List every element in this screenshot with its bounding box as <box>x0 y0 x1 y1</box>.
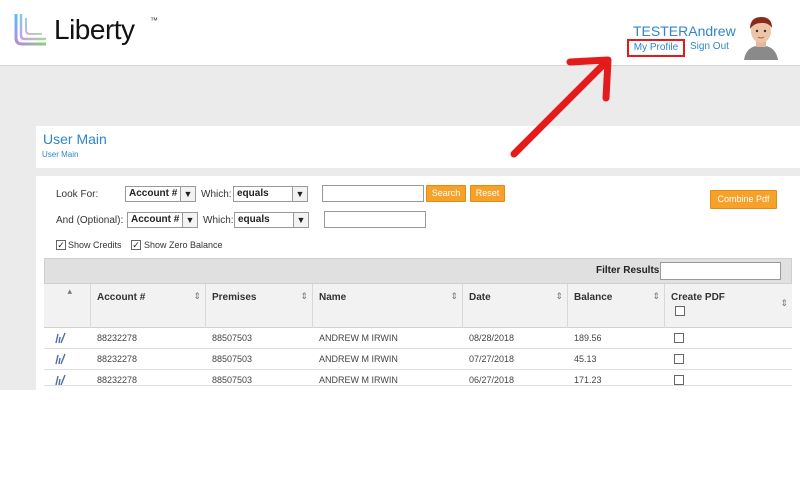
sign-out-link[interactable]: Sign Out <box>690 41 729 52</box>
column-header-create-pdf[interactable]: Create PDF ⇕ <box>664 284 792 328</box>
cell-balance: 189.56 <box>574 333 602 343</box>
cell-premises: 88507503 <box>212 375 253 385</box>
column-label: Balance <box>574 292 613 303</box>
column-header-name[interactable]: Name ⇕ <box>312 284 462 328</box>
cell-balance: 45.13 <box>574 354 597 364</box>
filter-bar: Filter Results: <box>44 258 792 284</box>
column-header-date[interactable]: Date ⇕ <box>462 284 567 328</box>
chevron-down-icon: ▼ <box>292 187 307 201</box>
liberty-logo-icon <box>14 14 46 46</box>
search-button[interactable]: Search <box>426 185 466 202</box>
cell-account: 88232278 <box>97 375 138 385</box>
cell-date: 06/27/2018 <box>469 375 515 385</box>
results-table: ▴ Account # ⇕ Premises ⇕ Name ⇕ Date ⇕ B… <box>44 284 792 386</box>
which-label: Which: <box>201 189 232 200</box>
and-field-value: Account # <box>131 214 180 225</box>
cell-account: 88232278 <box>97 354 138 364</box>
cell-name: ANDREW M IRWIN <box>319 333 398 343</box>
column-header-premises[interactable]: Premises ⇕ <box>205 284 312 328</box>
look-for-field-value: Account # <box>129 188 178 199</box>
create-pdf-checkbox[interactable] <box>674 375 684 385</box>
show-zero-balance-label: Show Zero Balance <box>144 240 223 250</box>
cell-premises: 88507503 <box>212 333 253 343</box>
show-credits-checkbox[interactable]: ✓ <box>56 240 66 250</box>
and-operator-value: equals <box>238 214 270 225</box>
look-for-operator-select[interactable]: equals ▼ <box>233 186 308 202</box>
sort-icon: ⇕ <box>193 291 201 301</box>
sort-icon: ▴ <box>67 286 72 296</box>
page-header: User Main User Main <box>36 126 800 168</box>
header: Liberty ™ TESTERAndrew My Profile Sign O… <box>0 0 800 66</box>
look-for-field-select[interactable]: Account # ▼ <box>125 186 196 202</box>
annotation-arrow-icon <box>510 56 612 158</box>
chevron-down-icon: ▼ <box>180 187 195 201</box>
cell-name: ANDREW M IRWIN <box>319 354 398 364</box>
filter-results-label: Filter Results: <box>596 265 663 276</box>
edit-pencil-icon[interactable] <box>54 332 66 344</box>
column-label: Date <box>469 292 491 303</box>
column-label: Premises <box>212 292 257 303</box>
sort-icon: ⇕ <box>300 291 308 301</box>
sort-icon: ⇕ <box>450 291 458 301</box>
look-for-input[interactable] <box>322 185 424 202</box>
look-for-label: Look For: <box>56 189 99 200</box>
column-label: Name <box>319 292 347 303</box>
chevron-down-icon: ▼ <box>293 213 308 227</box>
cell-date: 07/27/2018 <box>469 354 515 364</box>
table-row[interactable]: 88232278 88507503 ANDREW M IRWIN 08/28/2… <box>44 328 792 349</box>
and-field-select[interactable]: Account # ▼ <box>127 212 198 228</box>
sort-icon: ⇕ <box>780 298 788 308</box>
column-header-account[interactable]: Account # ⇕ <box>90 284 205 328</box>
look-for-operator-value: equals <box>237 188 269 199</box>
which-label-2: Which: <box>203 215 234 226</box>
filter-results-input[interactable] <box>660 262 781 280</box>
column-label: Account # <box>97 292 146 303</box>
table-row[interactable]: 88232278 88507503 ANDREW M IRWIN 06/27/2… <box>44 370 792 386</box>
select-all-pdf-checkbox[interactable] <box>675 306 685 316</box>
user-name: TESTERAndrew <box>633 23 736 39</box>
chevron-down-icon: ▼ <box>182 213 197 227</box>
liberty-logo[interactable]: Liberty ™ <box>12 8 162 52</box>
show-zero-balance-checkbox[interactable]: ✓ <box>131 240 141 250</box>
page-title: User Main <box>43 131 107 147</box>
table-header: ▴ Account # ⇕ Premises ⇕ Name ⇕ Date ⇕ B… <box>44 284 792 328</box>
edit-pencil-icon[interactable] <box>54 374 66 386</box>
sort-icon: ⇕ <box>555 291 563 301</box>
logo-text: Liberty <box>54 14 135 45</box>
and-operator-select[interactable]: equals ▼ <box>234 212 309 228</box>
create-pdf-checkbox[interactable] <box>674 354 684 364</box>
column-header-balance[interactable]: Balance ⇕ <box>567 284 664 328</box>
cell-account: 88232278 <box>97 333 138 343</box>
show-credits-label: Show Credits <box>68 240 122 250</box>
and-input[interactable] <box>324 211 426 228</box>
page: Liberty ™ TESTERAndrew My Profile Sign O… <box>0 0 800 500</box>
sort-icon: ⇕ <box>652 291 660 301</box>
reset-button[interactable]: Reset <box>470 185 505 202</box>
create-pdf-checkbox[interactable] <box>674 333 684 343</box>
my-profile-link[interactable]: My Profile <box>627 39 685 57</box>
column-header-icon[interactable]: ▴ <box>44 284 90 328</box>
search-panel: Look For: Account # ▼ Which: equals ▼ Se… <box>36 176 800 390</box>
cell-balance: 171.23 <box>574 375 602 385</box>
cell-name: ANDREW M IRWIN <box>319 375 398 385</box>
cell-premises: 88507503 <box>212 354 253 364</box>
edit-pencil-icon[interactable] <box>54 353 66 365</box>
content-area: User Main User Main Look For: Account # … <box>0 66 800 390</box>
cell-date: 08/28/2018 <box>469 333 515 343</box>
avatar[interactable] <box>740 14 782 60</box>
table-row[interactable]: 88232278 88507503 ANDREW M IRWIN 07/27/2… <box>44 349 792 370</box>
column-label: Create PDF <box>671 292 725 303</box>
combine-pdf-button[interactable]: Combine Pdf <box>710 190 777 209</box>
and-optional-label: And (Optional): <box>56 215 124 226</box>
logo-trademark: ™ <box>150 16 158 25</box>
breadcrumb[interactable]: User Main <box>42 150 78 159</box>
